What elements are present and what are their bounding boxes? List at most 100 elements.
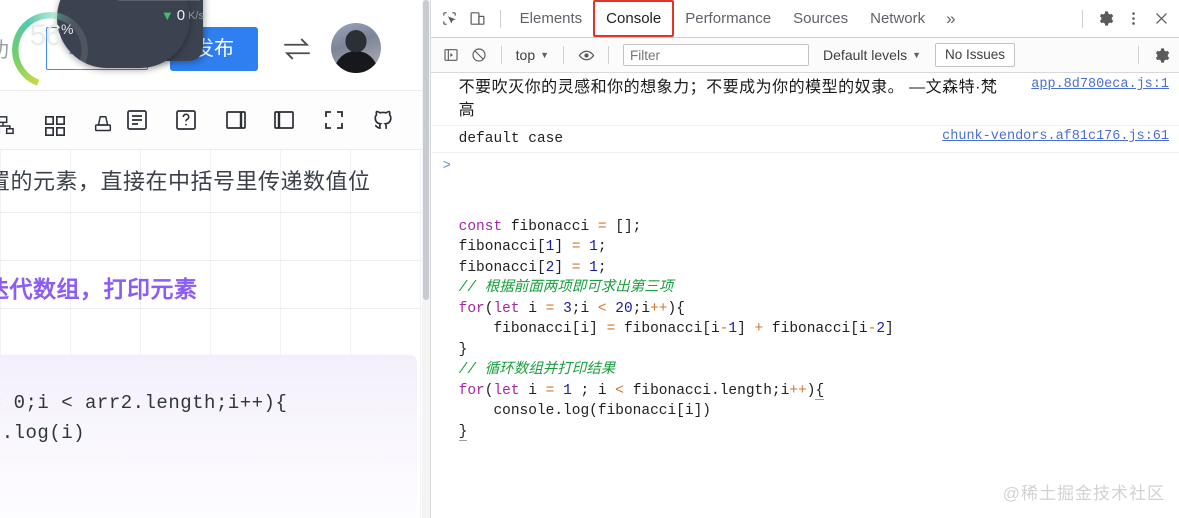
code-token: 1: [589, 239, 598, 255]
code-token: 1: [589, 259, 598, 276]
code-token: ]: [554, 239, 572, 255]
editor-pane: 功 草稿箱 发布 56% ▲ 0.1 K/s: [0, 0, 431, 518]
chevron-down-icon-levels: ▼: [912, 50, 921, 60]
code-token: console.log(fibonacci[i]): [458, 403, 711, 419]
tab-console[interactable]: Console: [593, 0, 675, 37]
content-divider-2: [0, 260, 430, 261]
code-token: {: [815, 382, 825, 400]
console-filter-input[interactable]: [623, 44, 810, 66]
sysmon-speed-rows: ▲ 0.1 K/s ▼ 0 K/s: [112, 0, 204, 30]
console-message-row[interactable]: default case chunk-vendors.af81c176.js:6…: [430, 126, 1179, 153]
tab-performance[interactable]: Performance: [674, 0, 782, 37]
execution-context-select[interactable]: top ▼: [510, 47, 555, 63]
code-token: let: [493, 300, 520, 317]
code-token: [];: [606, 218, 642, 235]
code-token: 2: [876, 321, 886, 337]
code-token: ){: [667, 300, 685, 317]
editor-document-body: 置的元素，直接在中括号里传递数值位 迭代数组，打印元素 i = 0;i < ar…: [0, 150, 430, 518]
log-levels-value: Default levels: [823, 47, 908, 63]
editor-toolbar: [0, 91, 430, 150]
code-block-line-1: i = 0;i < arr2.length;i++){: [0, 392, 288, 414]
console-message-row[interactable]: 不要吹灭你的灵感和你的想象力；不要成为你的模型的奴隶。 —文森特·梵高 app.…: [430, 73, 1179, 126]
split-left-icon[interactable]: [272, 108, 296, 137]
split-right-icon[interactable]: [224, 108, 248, 137]
list-lines-icon[interactable]: [125, 108, 149, 137]
console-code-editor[interactable]: const fibonacci = []; fibonacci[1] = 1; fi…: [458, 217, 1179, 443]
help-question-icon[interactable]: [174, 108, 198, 137]
console-code-line: fibonacci[1] = 1;: [459, 237, 1179, 258]
console-message-list[interactable]: 不要吹灭你的灵感和你的想象力；不要成为你的模型的奴隶。 —文森特·梵高 app.…: [430, 73, 1179, 518]
tabbar-separator: [499, 9, 501, 28]
cpu-percent-label: 56%: [11, 19, 91, 53]
console-code-line: for(let i = 1 ; i < fibonacci.length;i++…: [459, 381, 1179, 402]
code-token: fibonacci[i: [763, 321, 868, 337]
log-levels-select[interactable]: Default levels ▼: [823, 47, 921, 63]
code-token: =: [597, 218, 607, 235]
document-code-block: i = 0;i < arr2.length;i++){ ole.log(i): [0, 355, 417, 518]
live-expression-eye-icon[interactable]: [572, 41, 600, 69]
watermark-label: @稀土掘金技术社区: [1002, 484, 1165, 503]
execution-context-value: top: [515, 47, 536, 63]
console-filter-bar: top ▼ Default levels ▼ No Issues: [430, 38, 1179, 73]
console-code-line: fibonacci[2] = 1;: [459, 258, 1179, 279]
inspect-element-icon[interactable]: [436, 5, 464, 33]
code-token: fibonacci[: [458, 239, 546, 255]
download-speed-row: ▼ 0 K/s: [112, 1, 204, 30]
code-block-line-2: ole.log(i): [0, 422, 86, 444]
more-tabs-chevron-icon[interactable]: »: [936, 9, 965, 29]
more-vertical-icon[interactable]: [1119, 5, 1147, 33]
code-token: }: [458, 341, 468, 358]
console-sidebar-icon[interactable]: [437, 41, 465, 69]
code-token: ++: [789, 382, 807, 399]
filterbar-separator-4: [1138, 46, 1139, 64]
code-token: ;: [597, 259, 607, 276]
tabbar-right-actions: [1074, 5, 1179, 33]
code-token: for: [458, 382, 485, 399]
user-avatar[interactable]: [331, 23, 381, 73]
console-code-line: for(let i = 3;i < 20;i++){: [459, 299, 1179, 320]
stamp-icon[interactable]: [92, 114, 114, 141]
code-token: ++: [650, 300, 668, 317]
console-message-source-link[interactable]: app.8d780eca.js:1: [1031, 77, 1169, 92]
code-token: // 循环数组并打印结果: [458, 362, 616, 378]
console-code-line: }: [459, 340, 1179, 361]
content-divider-3: [0, 308, 430, 309]
code-token: 1: [563, 382, 572, 399]
console-input-expression[interactable]: > const fibonacci = []; fibonacci[1] = 1;…: [431, 153, 1179, 483]
grid-blocks-icon[interactable]: [44, 115, 66, 142]
code-token: // 根据前面两项即可求出第三项: [458, 280, 674, 296]
settings-gear-icon[interactable]: [1091, 5, 1119, 33]
tab-network[interactable]: Network: [859, 0, 936, 37]
filterbar-separator-3: [608, 46, 610, 64]
code-token: fibonacci[i]: [458, 321, 607, 337]
clear-console-icon[interactable]: [465, 41, 493, 69]
sitemap-icon[interactable]: [0, 115, 14, 142]
code-token: ]: [737, 321, 755, 337]
close-icon[interactable]: [1147, 5, 1175, 33]
console-message-source-link[interactable]: chunk-vendors.af81c176.js:61: [942, 129, 1169, 144]
devtools-panel: Elements Console Performance Sources Net…: [430, 0, 1179, 518]
devtools-tabbar: Elements Console Performance Sources Net…: [430, 0, 1179, 38]
device-toolbar-icon[interactable]: [464, 5, 492, 33]
editor-scrollbar-track[interactable]: [421, 0, 430, 518]
github-icon[interactable]: [371, 107, 396, 137]
tab-sources[interactable]: Sources: [782, 0, 859, 37]
editor-scrollbar-thumb[interactable]: [422, 0, 429, 300]
fullscreen-icon[interactable]: [322, 108, 346, 137]
code-token: <: [597, 300, 607, 317]
code-token: ;i: [632, 300, 651, 317]
code-token: ;i: [571, 300, 598, 317]
no-issues-button[interactable]: No Issues: [935, 43, 1016, 67]
code-token: ; i: [571, 382, 616, 399]
code-token: +: [754, 321, 764, 337]
document-purple-heading: 迭代数组，打印元素: [0, 276, 198, 302]
console-settings-gear-icon[interactable]: [1147, 41, 1175, 69]
code-token: <: [615, 382, 624, 399]
code-token: 3: [563, 300, 572, 317]
console-code-line: // 根据前面两项即可求出第三项: [459, 278, 1179, 299]
tab-elements[interactable]: Elements: [509, 0, 594, 37]
console-code-line: fibonacci[i] = fibonacci[i-1] + fibonacc…: [459, 319, 1179, 340]
swap-horizontal-icon[interactable]: [280, 32, 314, 66]
